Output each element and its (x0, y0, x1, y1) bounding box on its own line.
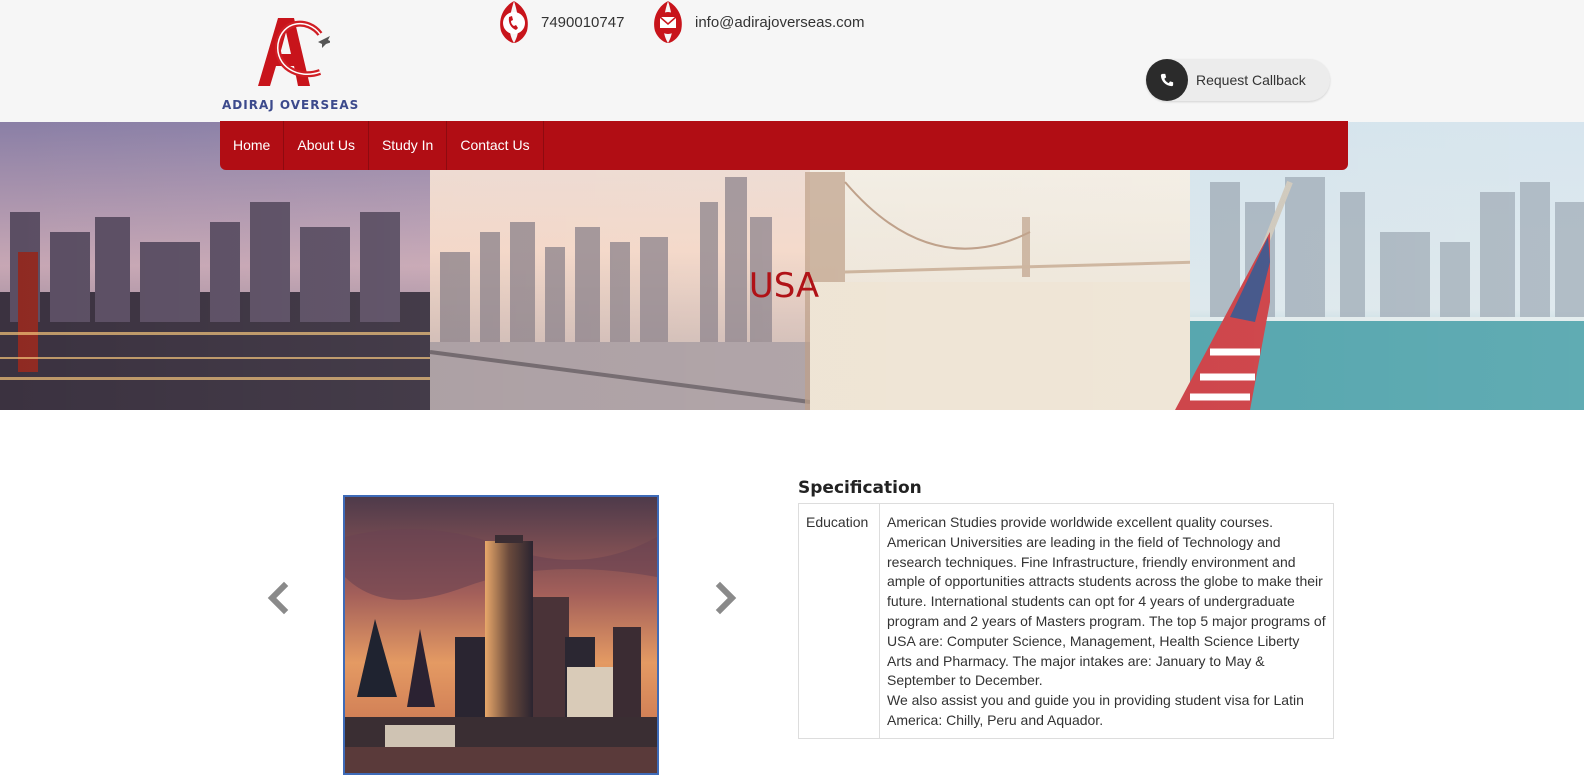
carousel-slide-image (343, 495, 659, 775)
chevron-left-icon[interactable] (264, 580, 292, 616)
table-row: Education American Studies provide world… (798, 503, 1334, 739)
nav-item-about-us[interactable]: About Us (284, 121, 369, 170)
main-navigation: Home About Us Study In Contact Us (220, 121, 1348, 170)
email-address: info@adirajoverseas.com (695, 13, 865, 31)
header-phone[interactable]: 7490010747 (497, 0, 624, 44)
site-header: ADIRAJ OVERSEAS 7490010747 info@adirajov… (0, 0, 1584, 122)
specification-section: Specification Education American Studies… (798, 478, 1334, 739)
spec-value: American Studies provide worldwide excel… (879, 503, 1334, 739)
logo-text: ADIRAJ OVERSEAS (222, 98, 360, 112)
site-logo[interactable]: ADIRAJ OVERSEAS (222, 14, 362, 114)
phone-icon (500, 1, 528, 43)
spec-paragraph: American Studies provide worldwide excel… (887, 514, 1326, 689)
specification-table: Education American Studies provide world… (798, 503, 1334, 739)
nav-item-home[interactable]: Home (220, 121, 285, 170)
logo-mark-icon (258, 18, 330, 86)
phone-number: 7490010747 (541, 13, 625, 31)
chevron-right-icon[interactable] (712, 580, 740, 616)
spec-key: Education (798, 503, 880, 739)
nav-item-contact-us[interactable]: Contact Us (447, 121, 544, 170)
specification-title: Specification (798, 478, 922, 498)
callback-label: Request Callback (1196, 72, 1306, 88)
spec-paragraph: We also assist you and guide you in prov… (887, 692, 1304, 728)
email-icon (654, 1, 682, 43)
request-callback-button[interactable]: Request Callback (1146, 59, 1330, 101)
header-email[interactable]: info@adirajoverseas.com (651, 0, 864, 44)
nav-item-study-in[interactable]: Study In (369, 121, 448, 170)
callback-phone-icon (1146, 59, 1188, 101)
image-carousel (264, 494, 744, 775)
banner-title: USA (748, 266, 820, 306)
